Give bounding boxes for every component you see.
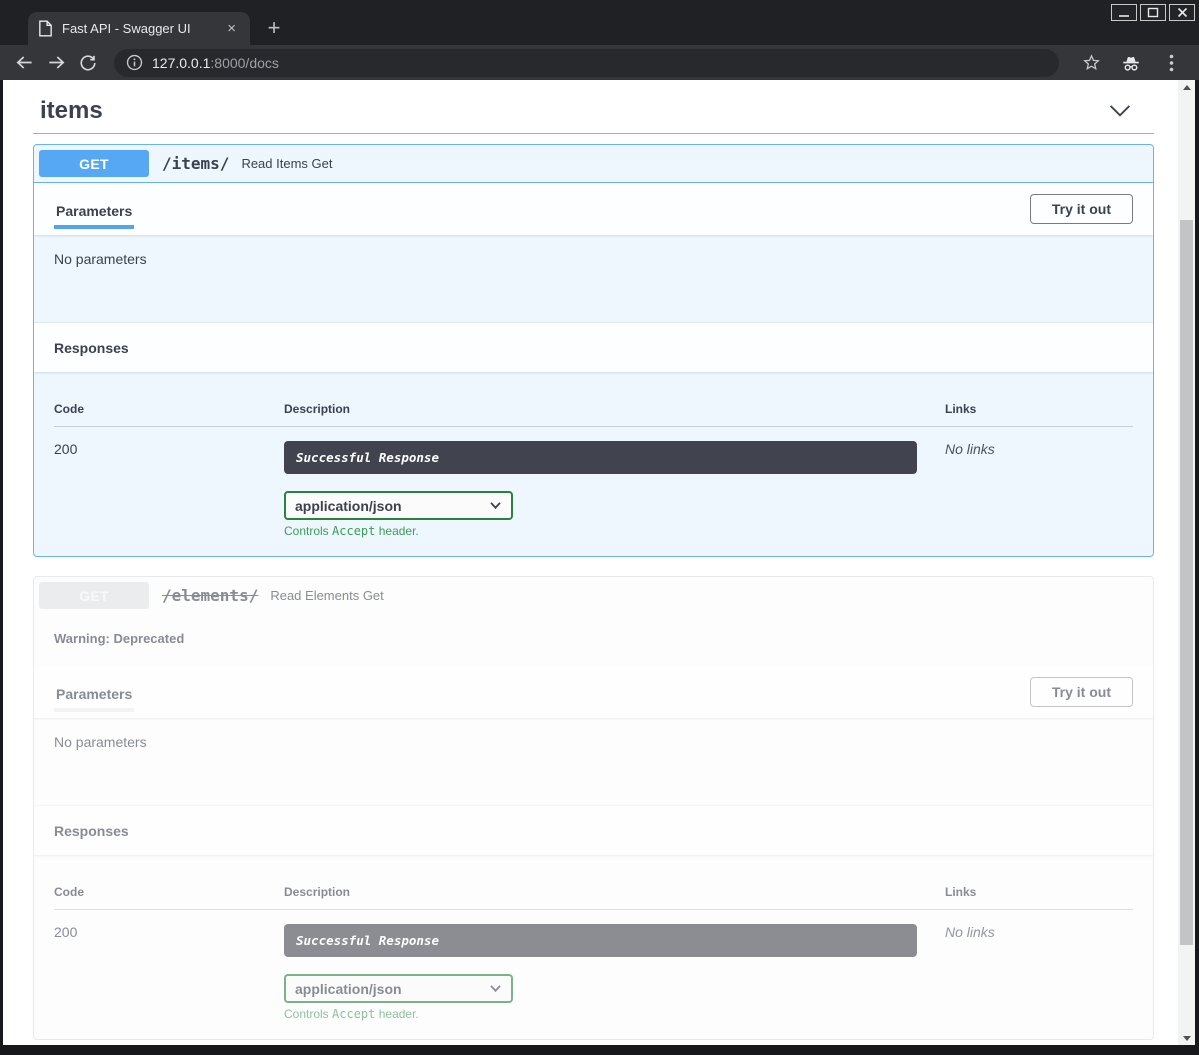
section-title: items: [40, 88, 103, 133]
deprecated-warning-wrap: Warning: Deprecated: [34, 614, 1153, 666]
opblock-summary[interactable]: GET /elements/ Read Elements Get: [34, 577, 1153, 614]
endpoint-path: /elements/: [162, 586, 258, 605]
media-type-value: application/json: [295, 498, 402, 514]
url-host: 127.0.0.1: [152, 55, 210, 71]
parameters-header: Parameters Try it out: [34, 183, 1153, 235]
col-description: Description: [284, 402, 945, 416]
maximize-button[interactable]: [1140, 4, 1166, 21]
minimize-button[interactable]: [1111, 4, 1137, 21]
responses-title: Responses: [54, 340, 129, 356]
col-code: Code: [54, 885, 284, 899]
incognito-icon: [1116, 48, 1146, 78]
scroll-up-icon[interactable]: [1178, 80, 1195, 94]
method-badge: GET: [39, 150, 149, 177]
response-description: Successful Response: [284, 441, 917, 474]
media-type-value: application/json: [295, 981, 402, 997]
response-description-cell: Successful Response application/json Con…: [284, 924, 945, 1021]
tab-parameters[interactable]: Parameters: [54, 674, 134, 712]
scrollbar-thumb[interactable]: [1180, 220, 1193, 945]
response-links: No links: [945, 924, 1133, 1021]
responses-table-head: Code Description Links: [54, 372, 1133, 427]
response-code: 200: [54, 441, 284, 538]
parameters-body: No parameters: [34, 235, 1153, 323]
parameters-body: No parameters: [34, 718, 1153, 806]
try-it-out-button[interactable]: Try it out: [1030, 677, 1133, 707]
response-row: 200 Successful Response application/json…: [54, 910, 1133, 1021]
section-header: items: [33, 88, 1154, 133]
page-icon: [38, 20, 53, 37]
swagger-page: items GET /items/ Read Items Get Paramet…: [3, 80, 1178, 1045]
endpoint-summary: Read Elements Get: [270, 588, 383, 603]
parameters-header: Parameters Try it out: [34, 666, 1153, 718]
try-it-out-button[interactable]: Try it out: [1030, 194, 1133, 224]
bookmark-star-icon[interactable]: [1076, 48, 1106, 78]
back-button[interactable]: [9, 48, 39, 78]
responses-header: Responses: [34, 806, 1153, 855]
new-tab-button[interactable]: +: [260, 15, 288, 43]
method-badge: GET: [39, 582, 149, 609]
forward-button[interactable]: [41, 48, 71, 78]
window-controls: [1111, 4, 1195, 21]
responses-table: Code Description Links 200 Successful Re…: [34, 855, 1153, 1039]
opblock-summary[interactable]: GET /items/ Read Items Get: [34, 145, 1153, 183]
chevron-down-icon: [489, 984, 502, 993]
col-description: Description: [284, 885, 945, 899]
browser-toolbar: 127.0.0.1:8000/docs: [0, 45, 1199, 80]
no-parameters-text: No parameters: [54, 251, 147, 267]
opblock-get-elements-deprecated: GET /elements/ Read Elements Get Warning…: [33, 576, 1154, 1040]
no-parameters-text: No parameters: [54, 734, 147, 750]
col-code: Code: [54, 402, 284, 416]
section-collapse-chevron-icon[interactable]: [1108, 104, 1132, 118]
accept-note: Controls Accept header.: [284, 1007, 945, 1021]
vertical-scrollbar[interactable]: [1178, 80, 1195, 1045]
section-divider: [33, 133, 1154, 134]
browser-menu-icon[interactable]: [1156, 48, 1186, 78]
tab-parameters[interactable]: Parameters: [54, 191, 134, 229]
opblock-get-items: GET /items/ Read Items Get Parameters Tr…: [33, 144, 1154, 557]
response-code: 200: [54, 924, 284, 1021]
url-path: :8000/docs: [210, 55, 279, 71]
url-text: 127.0.0.1:8000/docs: [152, 55, 279, 71]
response-row: 200 Successful Response application/json…: [54, 427, 1133, 538]
page-viewport: items GET /items/ Read Items Get Paramet…: [3, 80, 1195, 1045]
response-description: Successful Response: [284, 924, 917, 957]
tab-title: Fast API - Swagger UI: [62, 21, 223, 36]
responses-table-head: Code Description Links: [54, 855, 1133, 910]
response-description-cell: Successful Response application/json Con…: [284, 441, 945, 538]
accept-note: Controls Accept header.: [284, 524, 945, 538]
tab-strip: Fast API - Swagger UI × +: [0, 0, 1199, 45]
responses-table: Code Description Links 200 Successful Re…: [34, 372, 1153, 556]
col-links: Links: [945, 402, 1133, 416]
media-type-select[interactable]: application/json: [284, 974, 513, 1003]
site-info-icon[interactable]: [126, 54, 143, 71]
browser-tab[interactable]: Fast API - Swagger UI ×: [28, 12, 250, 45]
media-type-select[interactable]: application/json: [284, 491, 513, 520]
address-bar[interactable]: 127.0.0.1:8000/docs: [114, 49, 1059, 77]
responses-header: Responses: [34, 323, 1153, 372]
response-links: No links: [945, 441, 1133, 538]
tab-close-icon[interactable]: ×: [223, 21, 240, 36]
chevron-down-icon: [489, 501, 502, 510]
reload-button[interactable]: [73, 48, 103, 78]
deprecated-warning: Warning: Deprecated: [54, 631, 184, 646]
responses-title: Responses: [54, 823, 129, 839]
close-button[interactable]: [1169, 4, 1195, 21]
endpoint-summary: Read Items Get: [241, 156, 332, 171]
col-links: Links: [945, 885, 1133, 899]
endpoint-path: /items/: [162, 154, 229, 173]
scroll-down-icon[interactable]: [1178, 1031, 1195, 1045]
